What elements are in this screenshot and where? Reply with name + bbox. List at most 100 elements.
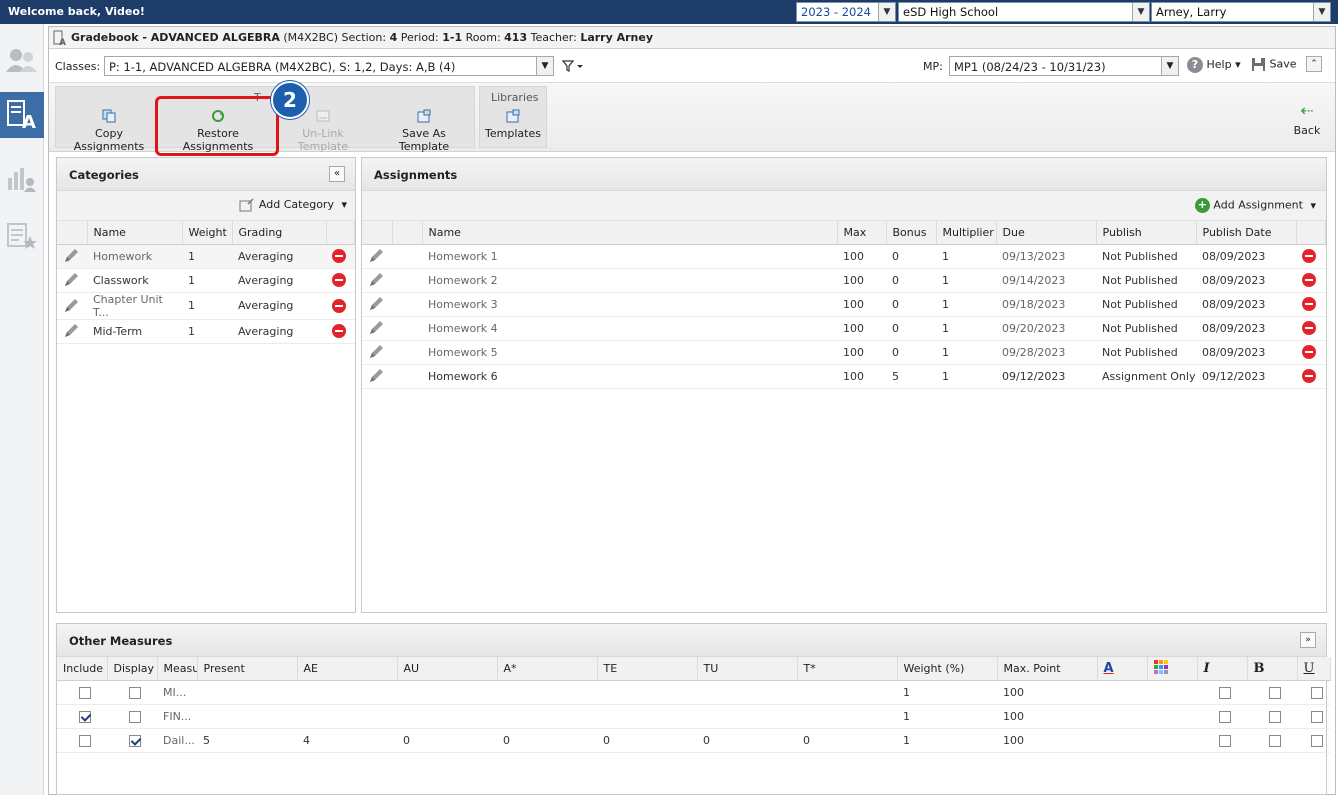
marking-period-select[interactable]: MP1 (08/24/23 - 10/31/23) ▼ <box>949 56 1179 76</box>
assignment-row[interactable]: Homework 1 100 0 1 09/13/2023 Not Published 08… <box>362 244 1326 269</box>
fill-color-header[interactable] <box>1147 657 1198 681</box>
col-header-astar[interactable]: A* <box>497 657 598 681</box>
italic-header[interactable]: I <box>1197 657 1248 681</box>
italic-checkbox[interactable] <box>1219 734 1231 747</box>
nav-gradebook[interactable]: A <box>0 92 44 138</box>
col-header-weight[interactable]: Weight <box>182 221 233 245</box>
edit-category-cell[interactable] <box>57 292 87 320</box>
assignment-row[interactable]: Homework 3 100 0 1 09/18/2023 Not Published 08… <box>362 292 1326 317</box>
col-header-tu[interactable]: TU <box>697 657 798 681</box>
save-button[interactable]: Save <box>1251 57 1297 72</box>
add-assignment-button[interactable]: + Add Assignment ▾ <box>1194 198 1316 213</box>
col-header-publish[interactable]: Publish <box>1096 221 1197 245</box>
delete-category-cell[interactable] <box>326 244 355 269</box>
category-row[interactable]: Mid-Term 1 Averaging <box>57 319 355 344</box>
delete-icon[interactable] <box>1302 345 1316 359</box>
school-year-select[interactable]: 2023 - 2024 ▼ <box>796 2 896 22</box>
italic-checkbox[interactable] <box>1219 710 1231 723</box>
add-category-button[interactable]: Add Category ▾ <box>239 198 347 212</box>
italic-checkbox[interactable] <box>1219 686 1231 699</box>
col-header-publish-date[interactable]: Publish Date <box>1196 221 1297 245</box>
back-button[interactable]: ⇠ Back <box>1287 101 1327 137</box>
edit-category-cell[interactable] <box>57 244 87 269</box>
measure-row[interactable]: Dail... 5 4 0 0 0 0 0 1 100 <box>57 728 1330 753</box>
save-as-template-button[interactable]: Save As Template <box>377 109 471 153</box>
delete-assignment-cell[interactable] <box>1296 292 1326 317</box>
teacher-select[interactable]: Arney, Larry ▼ <box>1151 2 1331 22</box>
col-header-display[interactable]: Display <box>107 657 158 681</box>
category-row[interactable]: Chapter Unit T... 1 Averaging <box>57 292 355 320</box>
delete-assignment-cell[interactable] <box>1296 316 1326 341</box>
col-header-weight[interactable]: Weight (%) <box>897 657 998 681</box>
include-checkbox[interactable] <box>79 686 91 699</box>
edit-category-cell[interactable] <box>57 268 87 293</box>
col-header-tstar[interactable]: T* <box>797 657 898 681</box>
delete-assignment-cell[interactable] <box>1296 364 1326 389</box>
filter-icon[interactable] <box>562 60 584 72</box>
edit-assignment-cell[interactable] <box>362 244 392 269</box>
col-header-te[interactable]: TE <box>597 657 698 681</box>
nav-reports[interactable] <box>0 156 44 202</box>
measure-row[interactable]: MI... 1 100 <box>57 680 1330 705</box>
col-header-max-point[interactable]: Max. Point <box>997 657 1098 681</box>
col-header-au[interactable]: AU <box>397 657 498 681</box>
delete-category-cell[interactable] <box>326 292 355 320</box>
collapse-toolbar-button[interactable]: ⌃ <box>1306 56 1322 72</box>
col-header-grading[interactable]: Grading <box>232 221 327 245</box>
bold-checkbox[interactable] <box>1269 686 1281 699</box>
delete-icon[interactable] <box>332 249 346 263</box>
delete-icon[interactable] <box>332 273 346 287</box>
collapse-left-icon[interactable]: « <box>329 166 345 182</box>
delete-assignment-cell[interactable] <box>1296 244 1326 269</box>
delete-icon[interactable] <box>1302 321 1316 335</box>
col-header-bonus[interactable]: Bonus <box>886 221 937 245</box>
category-row[interactable]: Classwork 1 Averaging <box>57 268 355 293</box>
col-header-present[interactable]: Present <box>197 657 298 681</box>
bold-checkbox[interactable] <box>1269 710 1281 723</box>
delete-icon[interactable] <box>332 298 346 313</box>
col-header-name[interactable]: Name <box>87 221 183 245</box>
assignment-row[interactable]: Homework 2 100 0 1 09/14/2023 Not Published 08… <box>362 268 1326 293</box>
underline-checkbox[interactable] <box>1310 710 1323 723</box>
bold-header[interactable]: B <box>1247 657 1298 681</box>
school-select[interactable]: eSD High School ▼ <box>898 2 1150 22</box>
include-checkbox[interactable] <box>79 734 91 747</box>
delete-assignment-cell[interactable] <box>1296 268 1326 293</box>
edit-assignment-cell[interactable] <box>362 364 392 389</box>
delete-assignment-cell[interactable] <box>1296 340 1326 365</box>
delete-icon[interactable] <box>1302 249 1316 263</box>
class-select[interactable]: P: 1-1, ADVANCED ALGEBRA (M4X2BC), S: 1,… <box>104 56 554 76</box>
col-header-name[interactable]: Name <box>422 221 838 245</box>
delete-icon[interactable] <box>332 324 346 338</box>
col-header-due[interactable]: Due <box>996 221 1097 245</box>
edit-category-cell[interactable] <box>57 319 87 344</box>
include-checkbox[interactable] <box>79 710 91 723</box>
underline-checkbox[interactable] <box>1310 734 1323 747</box>
copy-assignments-button[interactable]: Copy Assignments <box>63 109 155 153</box>
underline-header[interactable]: U <box>1297 657 1331 681</box>
col-header-ae[interactable]: AE <box>297 657 398 681</box>
edit-assignment-cell[interactable] <box>362 268 392 293</box>
font-color-header[interactable]: A <box>1097 657 1148 681</box>
category-row[interactable]: Homework 1 Averaging <box>57 244 355 269</box>
display-checkbox[interactable] <box>129 710 141 723</box>
measure-row[interactable]: FIN... 1 100 <box>57 704 1330 729</box>
delete-icon[interactable] <box>1302 273 1316 287</box>
delete-category-cell[interactable] <box>326 268 355 293</box>
col-header-multiplier[interactable]: Multiplier <box>936 221 997 245</box>
col-header-include[interactable]: Include <box>57 657 108 681</box>
edit-assignment-cell[interactable] <box>362 340 392 365</box>
edit-assignment-cell[interactable] <box>362 316 392 341</box>
underline-checkbox[interactable] <box>1310 686 1323 699</box>
col-header-max[interactable]: Max <box>837 221 887 245</box>
delete-category-cell[interactable] <box>326 319 355 344</box>
expand-icon[interactable]: » <box>1300 632 1316 648</box>
nav-standards[interactable] <box>0 214 44 260</box>
col-header-measure[interactable]: Measu <box>157 657 198 681</box>
delete-icon[interactable] <box>1302 369 1316 383</box>
bold-checkbox[interactable] <box>1269 734 1281 747</box>
display-checkbox[interactable] <box>129 734 141 747</box>
assignment-row[interactable]: Homework 5 100 0 1 09/28/2023 Not Published 08… <box>362 340 1326 365</box>
assignment-row[interactable]: Homework 6 100 5 1 09/12/2023 Assignment Only… <box>362 364 1326 389</box>
templates-button[interactable]: Templates <box>481 109 545 140</box>
